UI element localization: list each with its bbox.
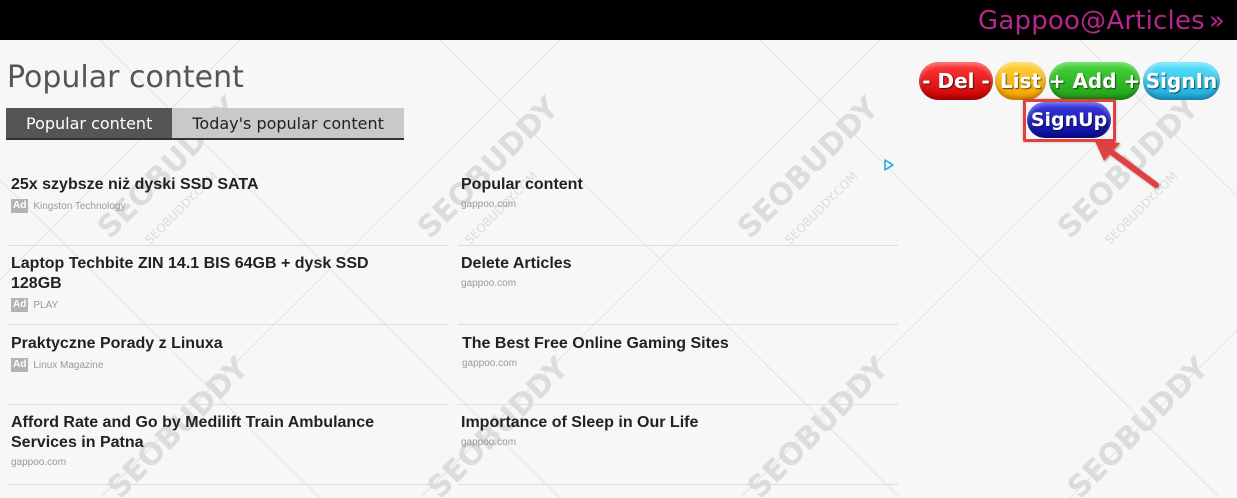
add-button[interactable]: + Add + [1049,62,1140,100]
item-source: Kingston Technology [33,200,126,212]
divider [458,404,898,405]
list-item[interactable]: 25x szybsze niż dyski SSD SATA Ad Kingsto… [11,175,451,255]
tab-bar: Popular content Today's popular content [6,108,404,140]
divider [8,324,448,325]
chevron-right-icon: » [1208,6,1225,36]
item-source: gappoo.com [461,437,517,448]
tab-popular-content[interactable]: Popular content [6,108,173,138]
divider [8,245,448,246]
item-title[interactable]: 25x szybsze niż dyski SSD SATA [11,175,451,195]
watermark-subtext: SEOBUDDY.COM [1102,169,1180,247]
item-title[interactable]: Praktyczne Porady z Linuxa [11,334,451,354]
item-title[interactable]: Importance of Sleep in Our Life [461,413,901,433]
arrow-pointer-icon [1094,139,1159,188]
item-source: gappoo.com [11,457,67,468]
item-source: Linux Magazine [33,359,104,371]
list-item[interactable]: Laptop Techbite ZIN 14.1 BIS 64GB + dysk… [11,254,411,334]
item-title[interactable]: Delete Articles [461,254,901,274]
brand-link[interactable]: Gappoo@Articles» [978,6,1225,36]
item-title[interactable]: Popular content [461,175,901,195]
item-title[interactable]: Afford Rate and Go by Medilift Train Amb… [11,413,411,453]
ad-badge: Ad [11,199,29,213]
adchoices-icon[interactable] [883,158,895,172]
page-title: Popular content [7,60,244,95]
brand-text: Gappoo@Articles [978,6,1205,36]
ad-badge: Ad [11,358,29,372]
list-item[interactable]: Afford Rate and Go by Medilift Train Amb… [11,413,411,493]
list-button[interactable]: List [995,62,1046,100]
item-title[interactable]: Laptop Techbite ZIN 14.1 BIS 64GB + dysk… [11,254,411,294]
watermark-text: SEOBUDDY [1061,350,1217,498]
list-item[interactable]: The Best Free Online Gaming Sites gappoo… [462,334,902,414]
tab-todays-popular-content[interactable]: Today's popular content [172,108,404,138]
list-item[interactable]: Delete Articles gappoo.com [461,254,901,334]
item-title[interactable]: The Best Free Online Gaming Sites [462,334,902,354]
list-item[interactable]: Importance of Sleep in Our Life gappoo.c… [461,413,901,493]
divider [458,484,898,485]
divider [458,324,898,325]
list-item[interactable]: Popular content gappoo.com [461,175,901,255]
ad-badge: Ad [11,298,29,312]
divider [8,404,448,405]
item-source: gappoo.com [462,358,518,369]
delete-button[interactable]: - Del - [919,62,993,100]
top-bar: Gappoo@Articles» [0,0,1237,40]
item-source: gappoo.com [461,199,517,210]
list-item[interactable]: Praktyczne Porady z Linuxa Ad Linux Magaz… [11,334,451,414]
item-source: gappoo.com [461,278,517,289]
item-source: PLAY [33,299,59,311]
signin-button[interactable]: SignIn [1143,62,1220,100]
signup-button[interactable]: SignUp [1027,102,1111,138]
divider [458,245,898,246]
divider [8,484,448,485]
